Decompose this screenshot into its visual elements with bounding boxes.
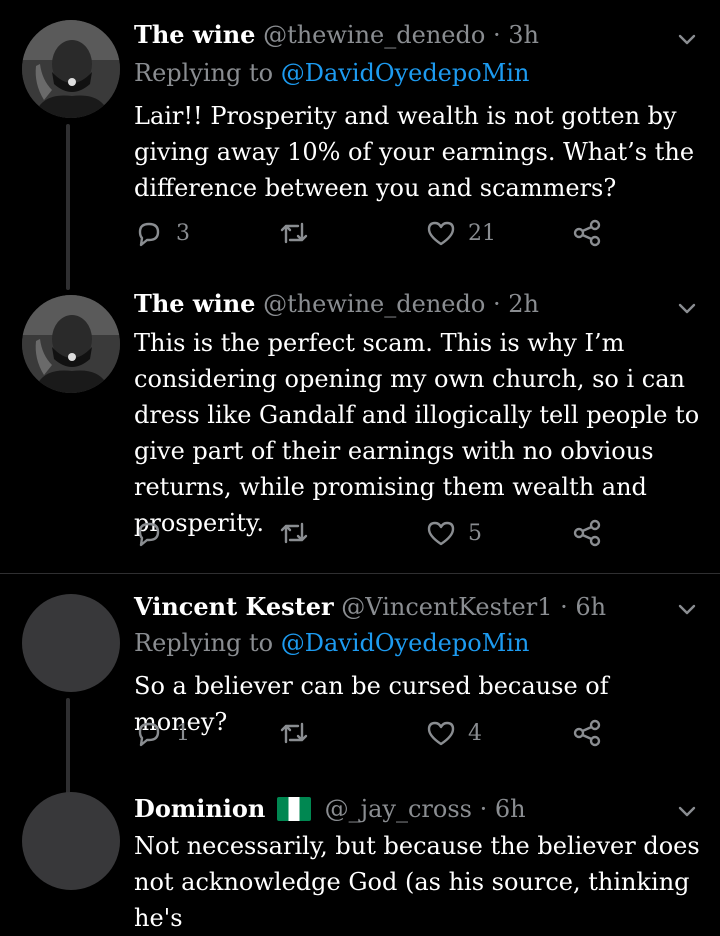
like-button[interactable]: 5: [426, 518, 482, 548]
separator-dot: ·: [492, 290, 501, 318]
tweet[interactable]: Dominion @_jay_cross · 6h Not necessaril…: [0, 770, 720, 932]
tweet-text: This is the perfect scam. This is why I’…: [134, 329, 700, 537]
display-name[interactable]: The wine: [134, 289, 255, 318]
avatar[interactable]: [22, 594, 120, 692]
replying-to: Replying to @DavidOyedepoMin: [134, 58, 529, 88]
tweet-text: Not necessarily, but because the believe…: [134, 832, 700, 932]
reply-mention-link[interactable]: @DavidOyedepoMin: [281, 59, 530, 87]
share-icon: [573, 519, 601, 547]
timestamp[interactable]: 2h: [508, 290, 539, 318]
action-bar: 5: [134, 518, 614, 558]
reply-count: 1: [176, 720, 190, 746]
display-name[interactable]: The wine: [134, 20, 255, 49]
share-button[interactable]: [572, 218, 602, 248]
separator-dot: ·: [560, 593, 568, 621]
separator-dot: ·: [492, 21, 501, 49]
share-icon: [573, 719, 601, 747]
timestamp[interactable]: 3h: [508, 21, 539, 49]
chevron-down-icon[interactable]: [676, 28, 698, 50]
like-icon: [427, 721, 455, 746]
like-icon: [427, 521, 455, 546]
retweet-button[interactable]: [278, 518, 322, 548]
avatar[interactable]: [22, 792, 120, 890]
tweet-header: Vincent Kester @VincentKester1 · 6h: [134, 592, 606, 622]
tweet-header: The wine @thewine_denedo · 3h: [134, 20, 539, 50]
thread-line: [66, 124, 70, 290]
reply-icon: [138, 722, 160, 747]
like-count: 4: [468, 720, 482, 746]
share-icon: [573, 219, 601, 247]
reply-button[interactable]: [134, 518, 176, 548]
reply-icon: [138, 522, 160, 547]
retweet-button[interactable]: [278, 218, 322, 248]
display-name[interactable]: Vincent Kester: [134, 592, 334, 621]
user-handle[interactable]: @_jay_cross: [325, 795, 472, 823]
like-count: 21: [468, 220, 496, 246]
tweet-text: Lair!! Prosperity and wealth is not gott…: [134, 102, 695, 202]
avatar[interactable]: [22, 295, 120, 393]
avatar[interactable]: [22, 20, 120, 118]
tweet[interactable]: The wine @thewine_denedo · 3h Replying t…: [0, 0, 720, 290]
share-button[interactable]: [572, 518, 602, 548]
tweet[interactable]: Vincent Kester @VincentKester1 · 6h Repl…: [0, 574, 720, 798]
action-bar: 1 4: [134, 718, 614, 758]
retweet-icon: [280, 722, 308, 744]
reply-count: 3: [176, 220, 190, 246]
retweet-icon: [280, 522, 308, 544]
timestamp[interactable]: 6h: [495, 795, 526, 823]
like-icon: [427, 221, 455, 246]
share-button[interactable]: [572, 718, 602, 748]
timestamp[interactable]: 6h: [575, 593, 606, 621]
replying-to-label: Replying to: [134, 629, 274, 657]
separator-dot: ·: [479, 795, 488, 823]
tweet-header: Dominion @_jay_cross · 6h: [134, 794, 526, 824]
tweet[interactable]: The wine @thewine_denedo · 2h This is th…: [0, 285, 720, 571]
chevron-down-icon[interactable]: [676, 598, 698, 620]
reply-mention-link[interactable]: @DavidOyedepoMin: [281, 629, 530, 657]
display-name[interactable]: Dominion: [134, 794, 265, 823]
reply-button[interactable]: 1: [134, 718, 190, 748]
user-handle[interactable]: @thewine_denedo: [263, 290, 485, 318]
replying-to-label: Replying to: [134, 59, 274, 87]
user-handle[interactable]: @thewine_denedo: [263, 21, 485, 49]
chevron-down-icon[interactable]: [676, 800, 698, 822]
retweet-button[interactable]: [278, 718, 322, 748]
tweet-header: The wine @thewine_denedo · 2h: [134, 289, 539, 319]
action-bar: 3 21: [134, 218, 614, 258]
like-button[interactable]: 21: [426, 218, 496, 248]
user-handle[interactable]: @VincentKester1: [341, 593, 552, 621]
reply-button[interactable]: 3: [134, 218, 190, 248]
chevron-down-icon[interactable]: [676, 297, 698, 319]
like-count: 5: [468, 520, 482, 546]
like-button[interactable]: 4: [426, 718, 482, 748]
retweet-icon: [280, 222, 308, 244]
replying-to: Replying to @DavidOyedepoMin: [134, 628, 529, 658]
reply-icon: [138, 222, 160, 247]
nigeria-flag-icon: [277, 797, 311, 821]
